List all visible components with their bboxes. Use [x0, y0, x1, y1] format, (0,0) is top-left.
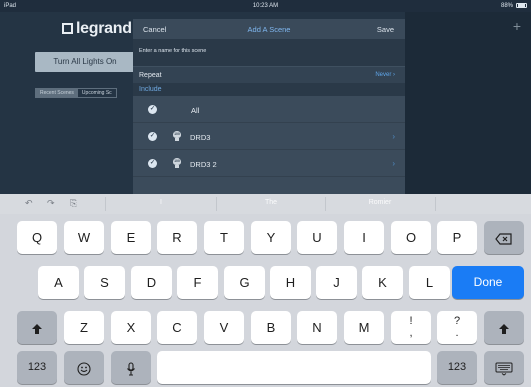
- emoji-key[interactable]: [64, 351, 104, 384]
- key-i[interactable]: I: [344, 221, 384, 254]
- key-d[interactable]: D: [131, 266, 172, 299]
- logo-mark-icon: [62, 23, 73, 34]
- shift-left-key[interactable]: [17, 311, 57, 344]
- battery-icon: [516, 3, 527, 8]
- key-q[interactable]: Q: [17, 221, 57, 254]
- scene-name-field[interactable]: Enter a name for this scene: [133, 39, 405, 66]
- suggestion-bar: ↶ ↷ ⎘ I The Romier: [0, 194, 531, 214]
- modal-title: Add A Scene: [247, 25, 291, 34]
- key-g[interactable]: G: [224, 266, 265, 299]
- space-bar[interactable]: [157, 351, 431, 384]
- key-c[interactable]: C: [157, 311, 197, 344]
- item-name: All: [191, 106, 200, 115]
- key-e[interactable]: E: [111, 221, 151, 254]
- chevron-right-icon: ›: [392, 132, 395, 141]
- key-j[interactable]: J: [316, 266, 357, 299]
- include-header: Include: [133, 83, 405, 96]
- emoji-icon: [77, 362, 91, 376]
- key-z[interactable]: Z: [64, 311, 104, 344]
- repeat-value: Never ›: [375, 72, 395, 78]
- key-u[interactable]: U: [297, 221, 337, 254]
- suggestion-1[interactable]: I: [106, 199, 216, 206]
- key-h[interactable]: H: [270, 266, 311, 299]
- on-screen-keyboard: ↶ ↷ ⎘ I The Romier Q W E R T Y U I O P A…: [0, 194, 531, 387]
- undo-icon[interactable]: ↶: [25, 198, 33, 209]
- status-bar: iPad 10:23 AM 88%: [0, 0, 531, 12]
- key-r[interactable]: R: [157, 221, 197, 254]
- suggestion-3[interactable]: Romier: [325, 199, 435, 206]
- backspace-icon: [495, 232, 512, 245]
- keyboard-dismiss-icon: [495, 362, 513, 376]
- key-s[interactable]: S: [84, 266, 125, 299]
- light-bulb-icon: 100: [172, 158, 182, 168]
- battery-percent: 88%: [500, 3, 513, 9]
- suggestion-2[interactable]: The: [216, 199, 326, 206]
- add-scene-modal: Cancel Add A Scene Save Enter a name for…: [133, 19, 405, 194]
- legrand-logo: legrand: [62, 20, 132, 38]
- paste-icon[interactable]: ⎘: [70, 198, 77, 209]
- done-key[interactable]: Done: [452, 266, 524, 299]
- chevron-right-icon: ›: [393, 72, 395, 78]
- modal-header: Cancel Add A Scene Save: [133, 19, 405, 39]
- shift-right-key[interactable]: [484, 311, 524, 344]
- key-a[interactable]: A: [38, 266, 79, 299]
- dictation-key[interactable]: [111, 351, 151, 384]
- list-item-partial: [133, 177, 405, 194]
- key-w[interactable]: W: [64, 221, 104, 254]
- key-p[interactable]: P: [437, 221, 477, 254]
- key-m[interactable]: M: [344, 311, 384, 344]
- list-item-drd3-2[interactable]: ✓ 100 DRD3 2 ›: [133, 150, 405, 177]
- backspace-key[interactable]: [484, 221, 524, 254]
- key-y[interactable]: Y: [251, 221, 291, 254]
- key-question-period[interactable]: ?.: [437, 311, 477, 344]
- checkmark-icon[interactable]: ✓: [148, 159, 157, 168]
- background-right-panel: [405, 12, 531, 194]
- save-button[interactable]: Save: [377, 25, 394, 34]
- key-l[interactable]: L: [409, 266, 450, 299]
- scene-name-placeholder: Enter a name for this scene: [139, 48, 207, 54]
- shift-icon: [499, 323, 509, 334]
- key-k[interactable]: K: [362, 266, 403, 299]
- scene-segmented-control[interactable]: Recent Scenes Upcoming Sc: [35, 88, 117, 98]
- numbers-key-right[interactable]: 123: [437, 351, 477, 384]
- add-icon[interactable]: +: [513, 18, 521, 34]
- redo-icon[interactable]: ↷: [47, 198, 55, 209]
- repeat-label: Repeat: [139, 72, 162, 79]
- shift-icon: [32, 323, 42, 334]
- list-item-all[interactable]: ✓ All: [133, 96, 405, 123]
- turn-all-lights-button[interactable]: Turn All Lights On: [35, 52, 135, 72]
- key-n[interactable]: N: [297, 311, 337, 344]
- checkmark-icon[interactable]: ✓: [148, 105, 157, 114]
- numbers-key-left[interactable]: 123: [17, 351, 57, 384]
- key-exclamation-comma[interactable]: !,: [391, 311, 431, 344]
- chevron-right-icon: ›: [392, 159, 395, 168]
- key-o[interactable]: O: [391, 221, 431, 254]
- key-f[interactable]: F: [177, 266, 218, 299]
- item-name: DRD3: [190, 133, 211, 142]
- checkmark-icon[interactable]: ✓: [148, 132, 157, 141]
- key-b[interactable]: B: [251, 311, 291, 344]
- segment-upcoming-scenes[interactable]: Upcoming Sc: [78, 89, 116, 97]
- hide-keyboard-key[interactable]: [484, 351, 524, 384]
- key-t[interactable]: T: [204, 221, 244, 254]
- item-name: DRD3 2: [190, 160, 217, 169]
- microphone-icon: [127, 362, 135, 376]
- list-item-drd3[interactable]: ✓ 100 DRD3 ›: [133, 123, 405, 150]
- light-bulb-icon: 100: [172, 131, 182, 141]
- repeat-row[interactable]: Repeat Never ›: [133, 66, 405, 83]
- segment-recent-scenes[interactable]: Recent Scenes: [36, 89, 78, 97]
- key-v[interactable]: V: [204, 311, 244, 344]
- clock: 10:23 AM: [252, 3, 279, 9]
- key-x[interactable]: X: [111, 311, 151, 344]
